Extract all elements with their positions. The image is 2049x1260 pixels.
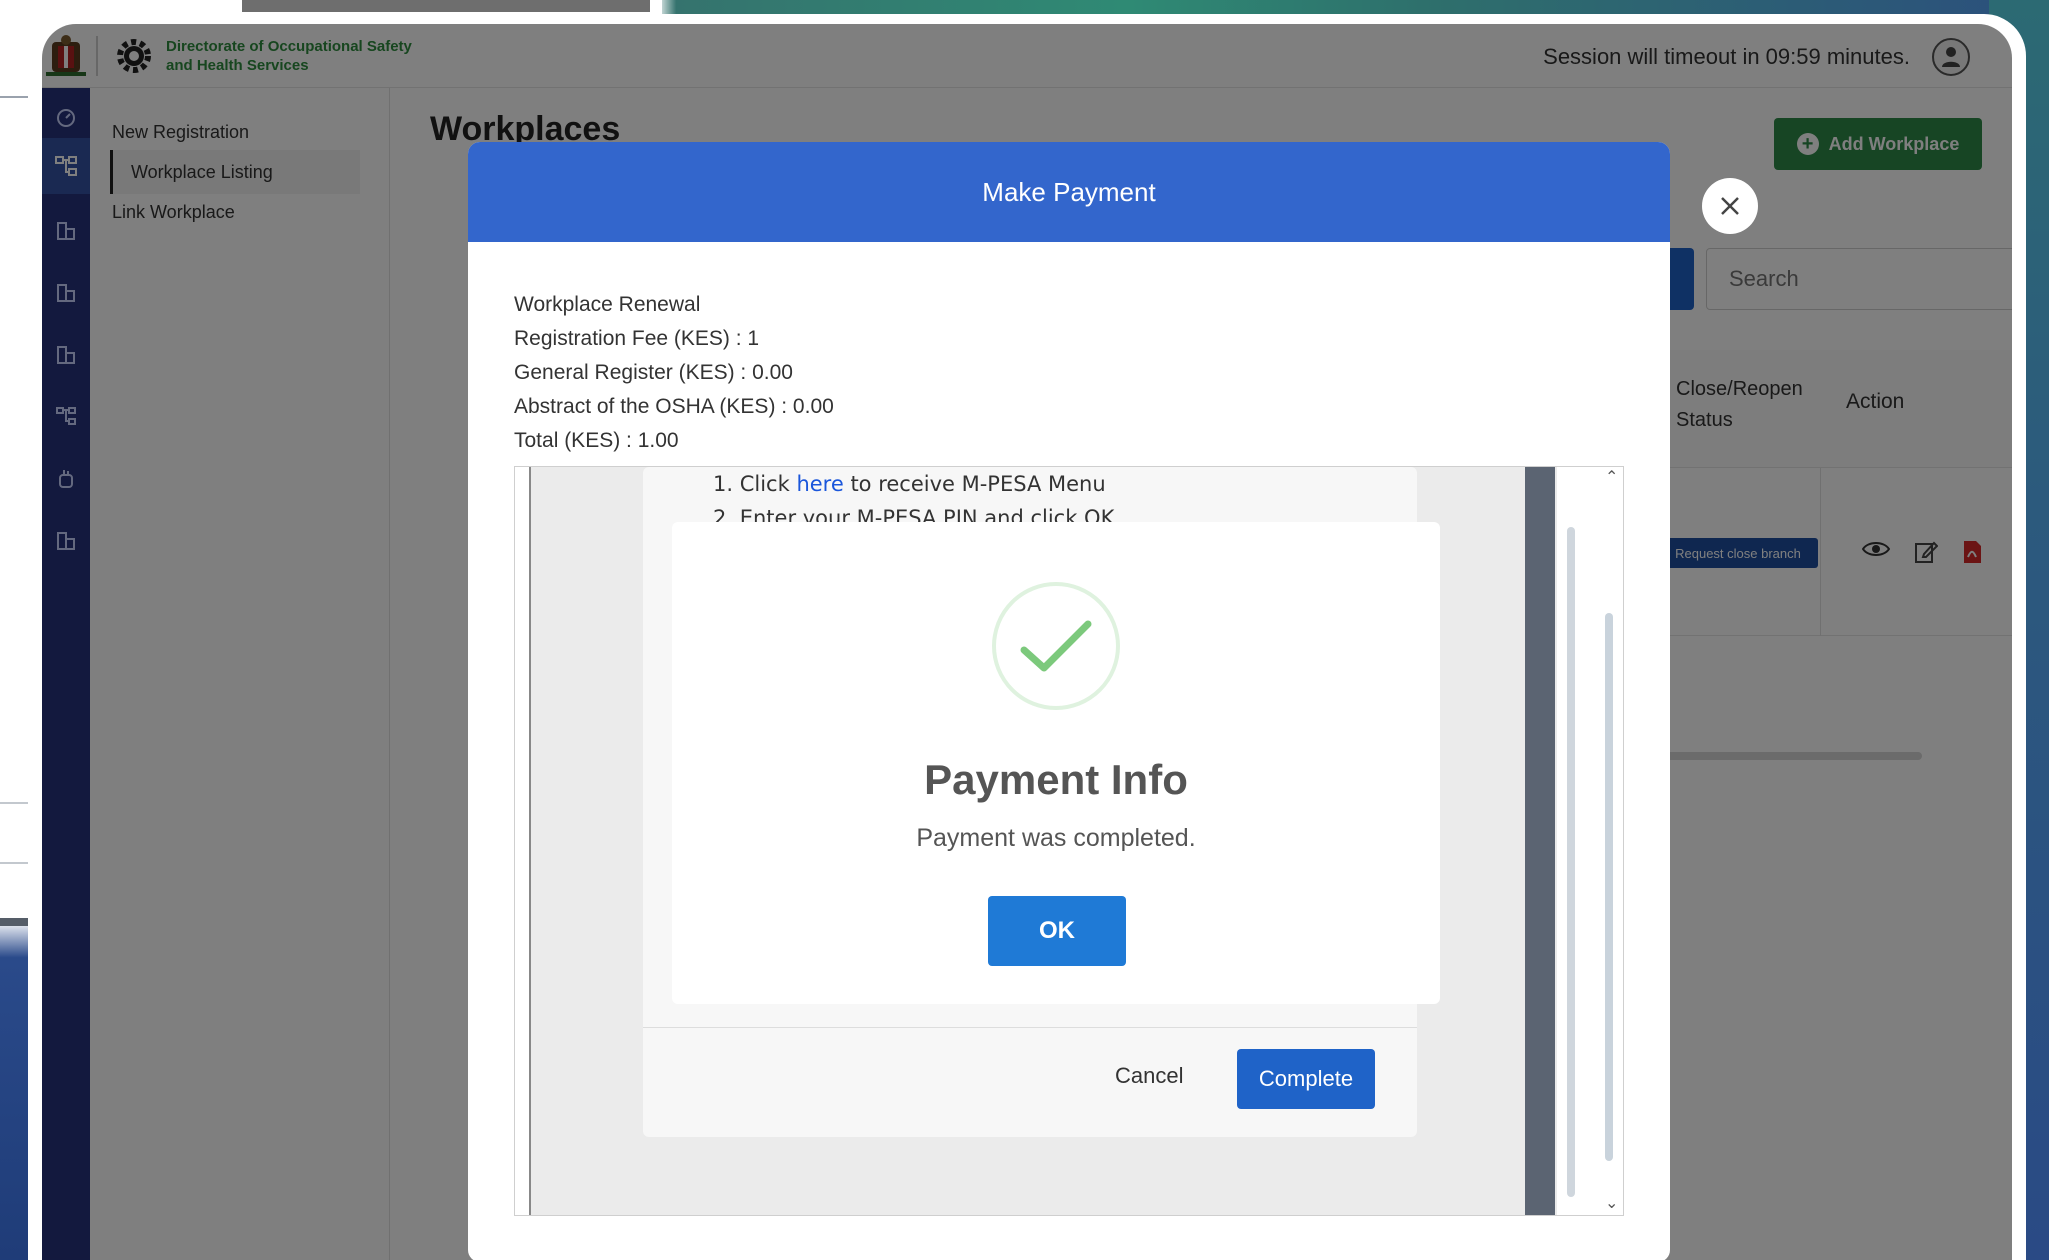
receive-mpesa-link[interactable]: here bbox=[796, 472, 843, 496]
step-text: to receive M-PESA Menu bbox=[843, 472, 1106, 496]
app-window: Directorate of Occupational Safety and H… bbox=[42, 24, 2012, 1260]
close-modal-button[interactable] bbox=[1702, 178, 1758, 234]
backdrop-top-bar bbox=[242, 0, 662, 12]
fee-line: Registration Fee (KES) : 1 bbox=[514, 327, 760, 350]
vertical-scrollbar[interactable] bbox=[1605, 613, 1613, 1161]
success-check-icon bbox=[992, 582, 1120, 710]
payment-info-dialog: Payment Info Payment was completed. OK bbox=[672, 522, 1440, 1004]
fee-line: Total (KES) : 1.00 bbox=[514, 429, 679, 452]
close-icon bbox=[1721, 197, 1739, 215]
ok-button[interactable]: OK bbox=[988, 896, 1126, 966]
chevron-down-icon[interactable]: ⌄ bbox=[1605, 1193, 1618, 1213]
complete-button[interactable]: Complete bbox=[1237, 1049, 1375, 1109]
fee-line: Workplace Renewal bbox=[514, 293, 701, 316]
iframe-dark-strip bbox=[1525, 467, 1555, 1215]
chevron-up-icon[interactable]: ⌃ bbox=[1605, 467, 1618, 487]
fee-line: General Register (KES) : 0.00 bbox=[514, 361, 793, 384]
device-frame: Directorate of Occupational Safety and H… bbox=[28, 14, 2026, 1260]
fee-line: Abstract of the OSHA (KES) : 0.00 bbox=[514, 395, 834, 418]
modal-title: Make Payment bbox=[468, 142, 1670, 242]
cancel-button[interactable]: Cancel bbox=[1115, 1063, 1183, 1089]
step-text: 1. Click bbox=[713, 472, 797, 496]
mpesa-step-1: 1. Click here to receive M-PESA Menu bbox=[713, 467, 1114, 501]
fee-summary: Workplace Renewal Registration Fee (KES)… bbox=[514, 288, 834, 458]
dialog-title: Payment Info bbox=[924, 756, 1188, 803]
vertical-scrollbar-inner[interactable] bbox=[1567, 527, 1575, 1197]
card-divider bbox=[643, 1027, 1417, 1028]
dialog-message: Payment was completed. bbox=[916, 824, 1196, 852]
